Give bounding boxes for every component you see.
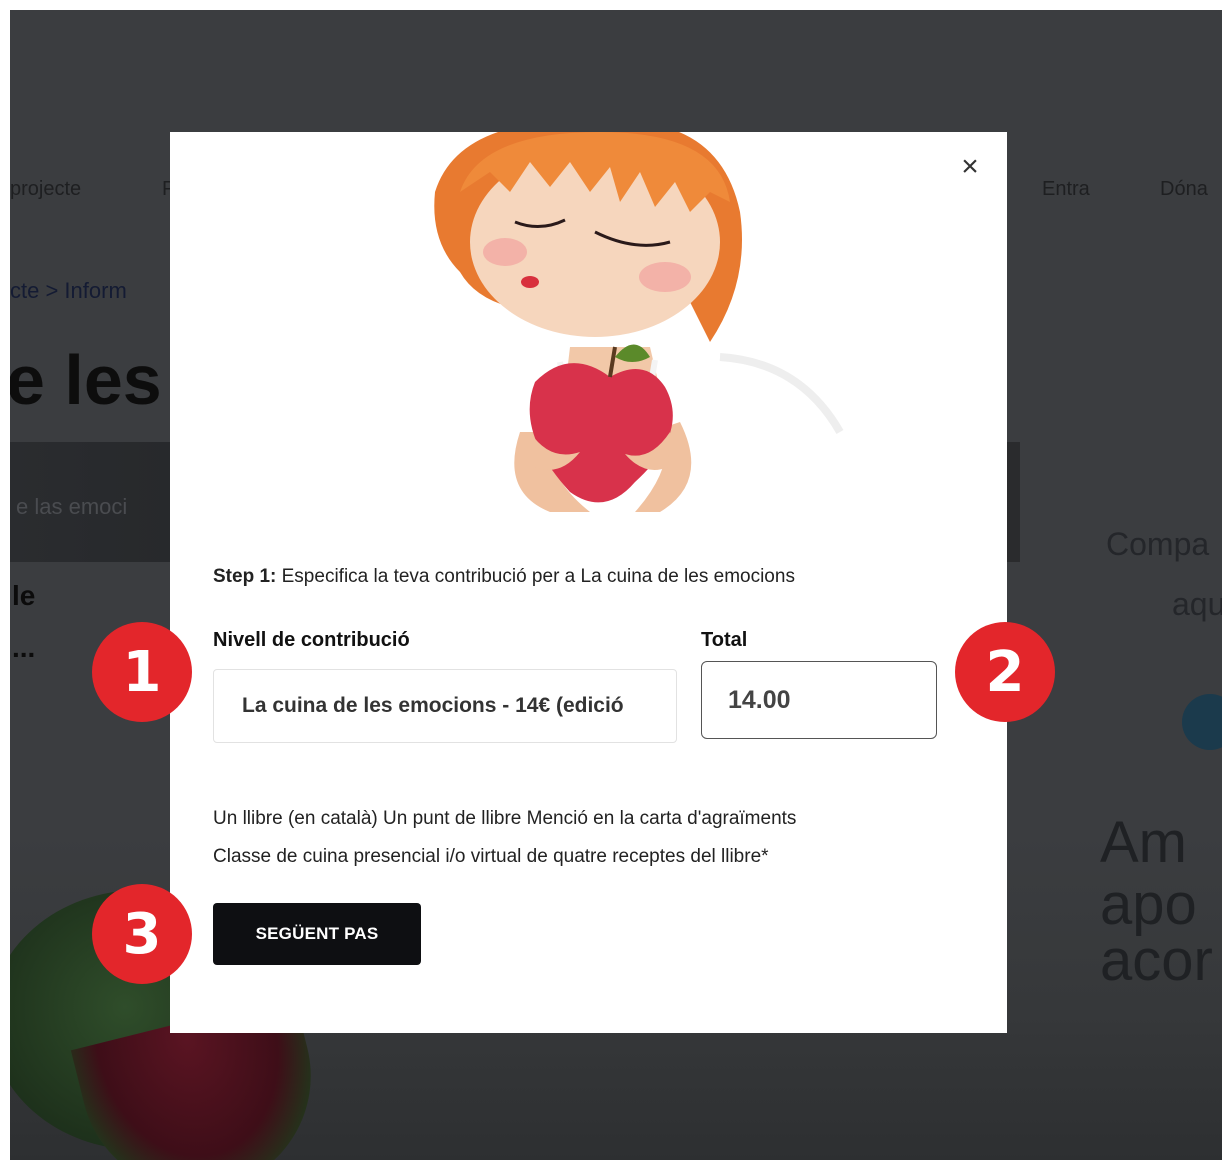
share-heading: Compa (1106, 526, 1210, 562)
total-value: 14.00 (728, 685, 791, 714)
nav-item-entra[interactable]: Entra (1042, 178, 1090, 201)
contribution-level-value: La cuina de les emocions - 14€ (edició (242, 694, 624, 717)
reward-description-line-1: Un llibre (en català) Un punt de llibre … (213, 808, 797, 829)
contribution-level-select[interactable]: La cuina de les emocions - 14€ (edició (213, 669, 677, 743)
step-instruction: Step 1: Especifica la teva contribució p… (213, 566, 795, 588)
girl-with-apple-illustration (434, 132, 844, 512)
breadcrumb: cte > Inform (10, 278, 127, 303)
nav-item-projecte[interactable]: projecte (10, 178, 81, 201)
close-icon[interactable]: × (955, 152, 985, 182)
big-text-line-2: apo (1100, 872, 1197, 937)
share-heading-2: aqu (1172, 586, 1222, 622)
side-heading: le (12, 580, 36, 611)
big-text-line-1: Am (1100, 810, 1187, 875)
contribution-modal: × Step 1: Especifica la teva contribució… (170, 132, 1007, 1033)
total-input[interactable]: 14.00 (701, 661, 937, 739)
total-label: Total (701, 629, 748, 651)
next-step-button[interactable]: SEGÜENT PAS (213, 903, 421, 965)
nav-item-dona[interactable]: Dóna (1160, 178, 1208, 201)
big-text-line-3: acor (1100, 928, 1213, 993)
step-prefix: Step 1: (213, 566, 277, 587)
step-text: Especifica la teva contribució per a (276, 566, 581, 587)
reward-description-line-2: Classe de cuina presencial i/o virtual d… (213, 846, 769, 867)
page-background: projecte P Entra Dóna cte > Inform e les… (10, 10, 1222, 1160)
side-heading-ellipsis: ... (12, 632, 36, 663)
level-label: Nivell de contribució (213, 629, 410, 651)
step-project-name: La cuina de les emocions (580, 566, 795, 587)
annotation-badge-1: 1 (92, 622, 192, 722)
annotation-badge-2: 2 (955, 622, 1055, 722)
annotation-badge-3: 3 (92, 884, 192, 984)
hero-text: e las emoci (16, 494, 128, 519)
